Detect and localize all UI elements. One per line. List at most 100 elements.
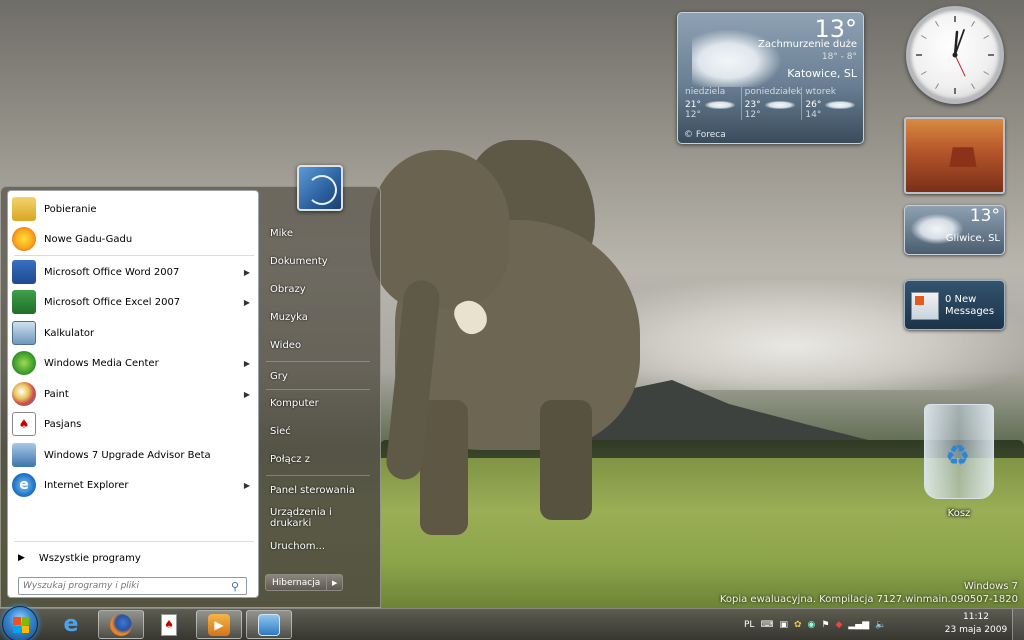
messages-gadget[interactable]: 0 New Messages	[904, 280, 1005, 330]
search-icon[interactable]: ⚲	[231, 580, 239, 593]
forecast-day: wtorek 26° 14°	[801, 87, 861, 120]
weather-provider[interactable]: © Foreca	[684, 130, 726, 140]
forecast-day-name: wtorek	[805, 87, 837, 97]
start-right-games[interactable]: Gry	[262, 364, 374, 388]
start-right-control-panel[interactable]: Panel sterowania	[262, 478, 374, 502]
clock-date: 23 maja 2009	[944, 625, 1008, 635]
cloud-icon	[764, 100, 795, 109]
wallpaper-elephant-leg	[540, 400, 592, 520]
separator	[266, 389, 370, 390]
messages-count: 0 New	[945, 294, 977, 305]
forecast-high: 23°	[744, 100, 761, 110]
program-item[interactable]: Microsoft Office Excel 2007 ▶	[8, 288, 258, 316]
program-label: Pobieranie	[44, 203, 97, 215]
program-item[interactable]: Kalkulator	[8, 319, 258, 347]
program-item[interactable]: Microsoft Office Word 2007 ▶	[8, 258, 258, 286]
flag-icon[interactable]: ⚑	[821, 620, 829, 630]
program-label: Windows Media Center	[44, 357, 159, 369]
forecast-day: niedziela 21° 12°	[682, 87, 741, 120]
start-search-input[interactable]	[23, 579, 228, 593]
taskbar-solitaire[interactable]: ♠	[146, 610, 192, 639]
windows-watermark: Windows 7 Kopia ewaluacyjna. Kompilacja …	[720, 580, 1018, 606]
forecast-low: 12°	[685, 110, 701, 120]
firefox-icon	[110, 613, 132, 636]
start-right-run[interactable]: Uruchom...	[262, 534, 374, 558]
program-item[interactable]: Windows 7 Upgrade Advisor Beta	[8, 441, 258, 469]
internet-explorer-icon: e	[63, 612, 79, 637]
program-item[interactable]: ♠ Pasjans	[8, 410, 258, 438]
start-right-music[interactable]: Muzyka	[262, 305, 374, 329]
network-signal-icon[interactable]: ▂▄▆	[848, 620, 869, 630]
all-programs-label: Wszystkie programy	[38, 552, 141, 564]
weather-small-gadget[interactable]: 13° Gliwice, SL	[904, 205, 1005, 255]
program-item[interactable]: Paint ▶	[8, 380, 258, 408]
hibernate-button[interactable]: Hibernacja	[265, 574, 328, 591]
slideshow-gadget[interactable]	[904, 117, 1005, 194]
media-center-icon	[12, 351, 36, 375]
cloud-icon	[692, 29, 782, 87]
watermark-title: Windows 7	[963, 581, 1018, 592]
start-right-documents[interactable]: Dokumenty	[262, 249, 374, 273]
start-right-videos[interactable]: Wideo	[262, 333, 374, 357]
triangle-right-icon: ▶	[18, 553, 25, 563]
taskbar-media-player[interactable]: ▶	[196, 610, 242, 639]
weather-condition: Zachmurzenie duże	[758, 39, 857, 50]
program-label: Paint	[44, 388, 69, 400]
program-item[interactable]: Nowe Gadu-Gadu	[8, 225, 258, 253]
system-tray: PL ⌨ ▣ ✿ ◉ ⚑ ◆ ▂▄▆ 🔈	[744, 614, 886, 636]
solitaire-icon: ♠	[12, 412, 36, 436]
start-right-connect-to[interactable]: Połącz z	[262, 447, 374, 471]
show-desktop-button[interactable]	[1012, 609, 1024, 640]
taskbar-clock[interactable]: 11:12 23 maja 2009	[944, 611, 1008, 637]
start-right-pictures[interactable]: Obrazy	[262, 277, 374, 301]
word-icon	[12, 260, 36, 284]
clock-face-icon	[916, 16, 994, 94]
submenu-arrow-icon: ▶	[243, 297, 250, 307]
start-search-box[interactable]: ⚲	[18, 577, 247, 595]
forecast-day-name: niedziela	[685, 87, 726, 97]
forecast-high: 21°	[685, 100, 701, 110]
paint-icon	[12, 382, 36, 406]
separator	[266, 475, 370, 476]
start-right-user[interactable]: Mike	[262, 221, 374, 245]
windows-logo-icon	[13, 617, 29, 633]
taskbar-firefox[interactable]	[98, 610, 144, 639]
start-right-network[interactable]: Sieć	[262, 419, 374, 443]
program-label: Nowe Gadu-Gadu	[44, 233, 133, 245]
program-label: Microsoft Office Word 2007	[44, 266, 180, 278]
messenger-icon	[911, 292, 939, 320]
all-programs-button[interactable]: ▶ Wszystkie programy	[14, 547, 254, 569]
start-right-devices-printers[interactable]: Urządzenia i drukarki	[262, 506, 374, 530]
recycle-bin-label[interactable]: Kosz	[920, 508, 998, 519]
forecast-day-name: poniedziałek	[744, 87, 802, 97]
notification-icon[interactable]: ▣	[779, 620, 788, 630]
wallpaper-elephant-leg	[420, 400, 468, 535]
internet-explorer-icon: e	[12, 473, 36, 497]
shutdown-options-arrow-icon[interactable]: ▶	[327, 574, 344, 591]
language-indicator[interactable]: PL	[744, 620, 754, 630]
separator	[14, 255, 254, 256]
program-item[interactable]: Pobieranie	[8, 195, 258, 223]
recycle-bin[interactable]: ♻	[920, 400, 998, 504]
antivirus-icon[interactable]: ◆	[835, 620, 842, 630]
program-item[interactable]: Windows Media Center ▶	[8, 349, 258, 377]
start-button[interactable]	[2, 606, 38, 640]
weather-forecast: niedziela 21° 12° poniedziałek 23° 12° w…	[682, 87, 861, 120]
folder-download-icon	[12, 197, 36, 221]
program-label: Windows 7 Upgrade Advisor Beta	[44, 449, 211, 461]
messages-text: 0 New Messages	[945, 294, 994, 318]
gadu-tray-icon[interactable]: ✿	[794, 620, 802, 630]
taskbar-capture[interactable]	[246, 610, 292, 639]
program-item[interactable]: e Internet Explorer ▶	[8, 471, 258, 499]
gadu-gadu-sun-icon	[12, 227, 36, 251]
user-picture-icon[interactable]	[297, 165, 343, 211]
tray-app-icon[interactable]: ◉	[808, 620, 816, 630]
clock-gadget[interactable]	[906, 6, 1004, 104]
start-right-computer[interactable]: Komputer	[262, 391, 374, 415]
start-menu-programs-pane: Pobieranie Nowe Gadu-Gadu Microsoft Offi…	[7, 190, 259, 598]
keyboard-icon[interactable]: ⌨	[760, 620, 773, 630]
program-label: Internet Explorer	[44, 479, 129, 491]
weather-gadget[interactable]: 13° Zachmurzenie duże 18° - 8° Katowice,…	[677, 12, 864, 144]
taskbar-internet-explorer[interactable]: e	[48, 610, 94, 639]
volume-icon[interactable]: 🔈	[875, 620, 886, 630]
